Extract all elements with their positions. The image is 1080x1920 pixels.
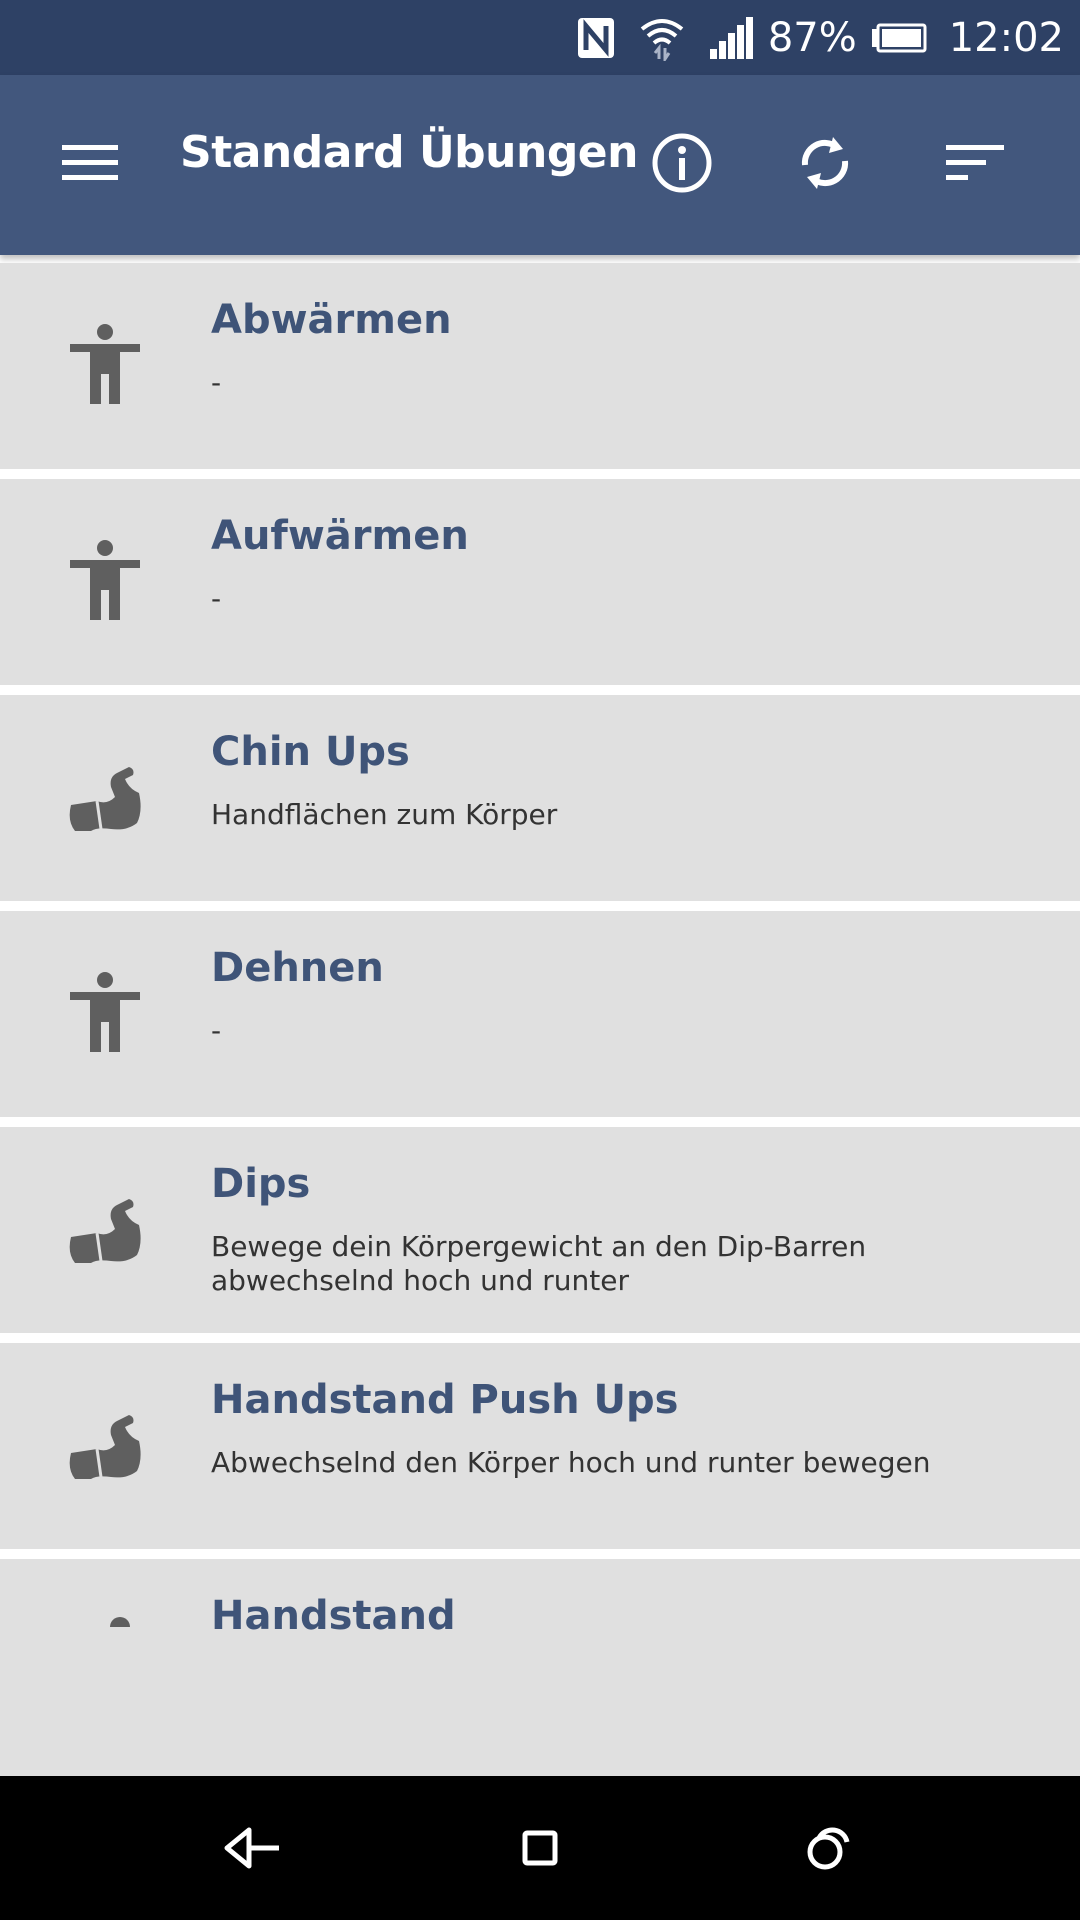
body-icon: [60, 1609, 150, 1627]
exercise-description: -: [211, 366, 222, 399]
list-item[interactable]: Chin Ups Handflächen zum Körper: [0, 695, 1080, 901]
sort-icon: [946, 143, 1004, 187]
info-icon: [651, 132, 713, 198]
exercise-name: Dips: [211, 1161, 311, 1207]
navigation-bar: [0, 1776, 1080, 1920]
exercise-description: -: [211, 582, 222, 615]
exercise-name: Aufwärmen: [211, 513, 469, 559]
exercise-name: Handstand Push Ups: [211, 1377, 679, 1423]
battery-percent: 87%: [767, 14, 857, 61]
info-button[interactable]: [640, 123, 724, 207]
exercise-description: Bewege dein Körpergewicht an den Dip-Bar…: [211, 1230, 867, 1297]
exercise-name: Handstand: [211, 1593, 456, 1639]
list-item[interactable]: Aufwärmen -: [0, 479, 1080, 685]
wifi-icon: [638, 15, 686, 61]
list-item[interactable]: Handstand Push Ups Abwechselnd den Körpe…: [0, 1343, 1080, 1549]
muscle-icon: [60, 755, 150, 845]
exercise-description: -: [211, 1014, 222, 1047]
sort-button[interactable]: [933, 123, 1017, 207]
body-icon: [60, 319, 150, 409]
exercise-name: Dehnen: [211, 945, 384, 991]
page-title: Standard Übungen: [180, 127, 638, 178]
list-item[interactable]: Abwärmen -: [0, 263, 1080, 469]
exercise-description: Handflächen zum Körper: [211, 798, 558, 831]
recents-icon: [805, 1826, 851, 1874]
exercise-description: Abwechselnd den Körper hoch und runter b…: [211, 1446, 931, 1479]
recents-button[interactable]: [788, 1810, 868, 1890]
sync-icon: [797, 131, 853, 199]
clock: 12:02: [948, 14, 1064, 61]
muscle-icon: [60, 1187, 150, 1277]
menu-button[interactable]: [48, 135, 132, 195]
home-icon: [522, 1830, 558, 1870]
status-bar: 87% 12:02: [0, 0, 1080, 75]
list-item[interactable]: Handstand: [0, 1559, 1080, 1776]
battery-icon: [871, 23, 927, 53]
sync-button[interactable]: [783, 123, 867, 207]
nfc-icon: [576, 16, 616, 60]
exercise-name: Chin Ups: [211, 729, 410, 775]
muscle-icon: [60, 1403, 150, 1493]
home-button[interactable]: [500, 1810, 580, 1890]
exercise-name: Abwärmen: [211, 297, 452, 343]
list-item[interactable]: Dehnen -: [0, 911, 1080, 1117]
signal-icon: [708, 16, 754, 59]
back-button[interactable]: [213, 1810, 293, 1890]
app-bar: Standard Übungen: [0, 75, 1080, 255]
back-icon: [223, 1826, 283, 1874]
menu-icon: [62, 143, 118, 187]
list-item[interactable]: Dips Bewege dein Körpergewicht an den Di…: [0, 1127, 1080, 1333]
body-icon: [60, 967, 150, 1057]
body-icon: [60, 535, 150, 625]
